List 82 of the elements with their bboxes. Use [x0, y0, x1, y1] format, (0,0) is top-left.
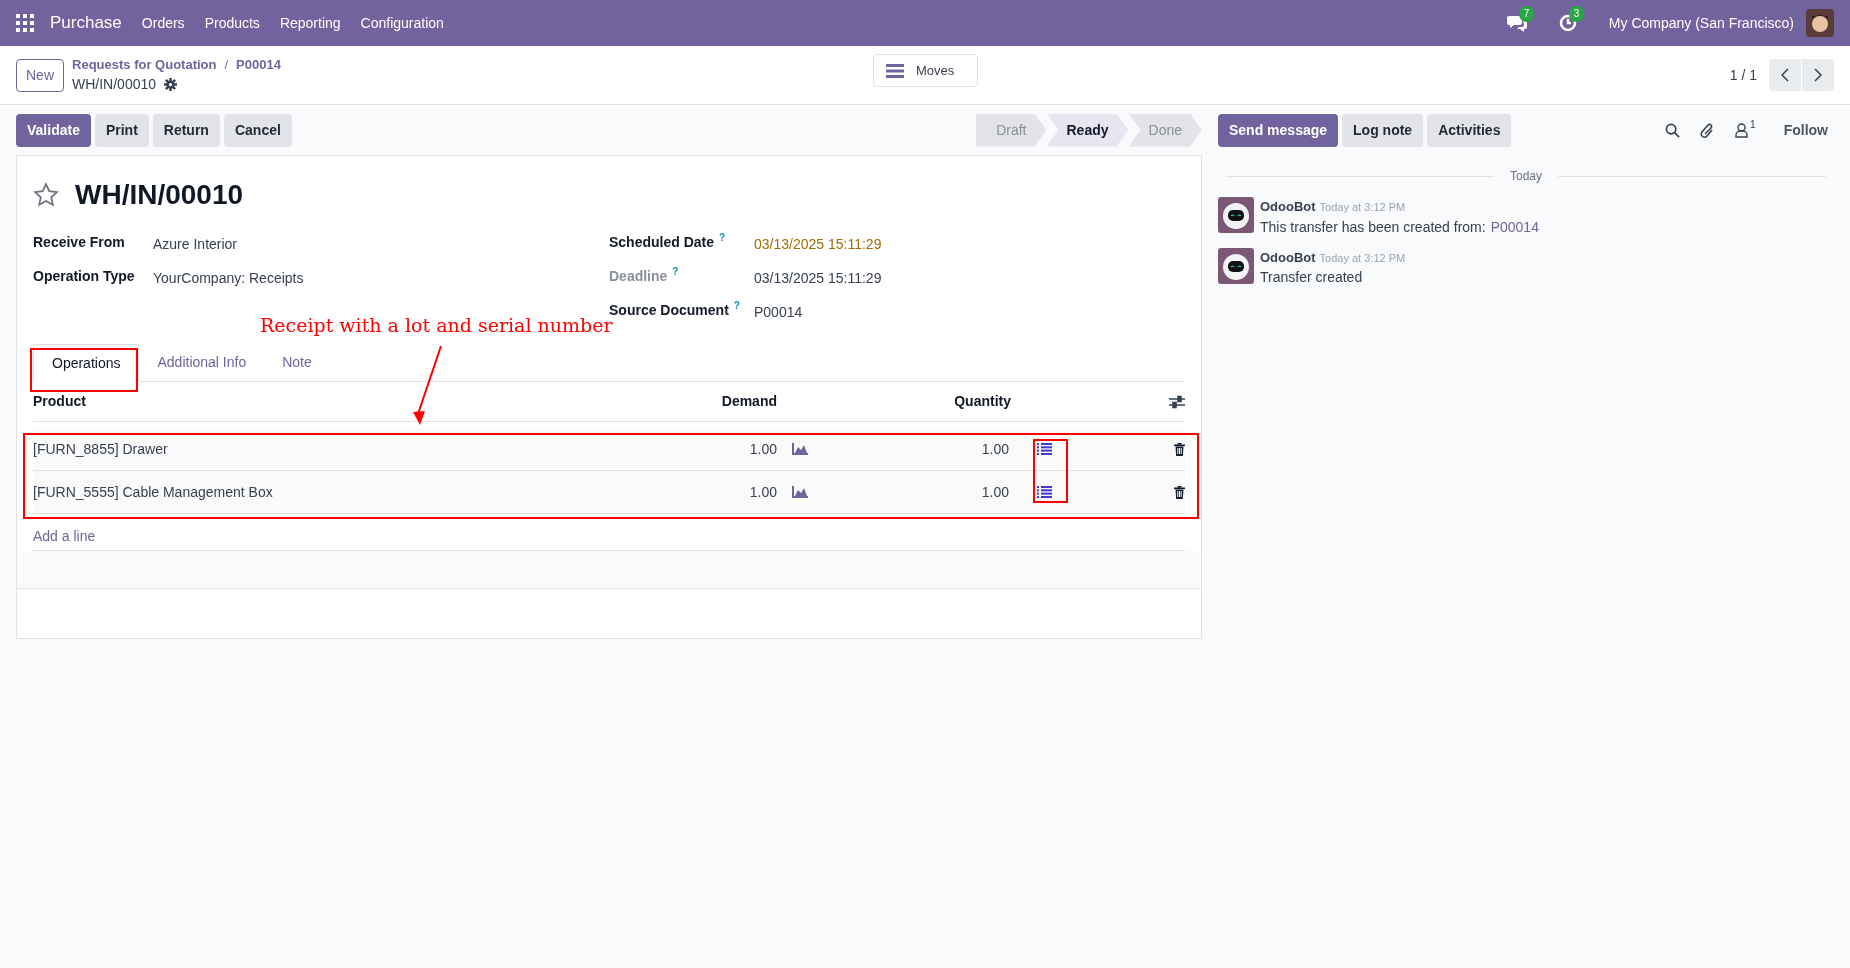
bot-avatar-icon — [1218, 247, 1254, 284]
star-icon[interactable] — [33, 182, 59, 208]
message-author: OdooBot — [1260, 248, 1316, 267]
menu-item[interactable]: Products — [204, 12, 260, 34]
action-button[interactable]: Print — [94, 113, 149, 147]
area-chart-icon[interactable] — [792, 443, 808, 455]
add-line-link[interactable]: Add a line — [33, 517, 96, 547]
area-chart-icon[interactable] — [792, 486, 808, 498]
column-header[interactable]: Demand — [677, 391, 777, 412]
action-button[interactable]: Validate — [16, 113, 91, 147]
next-button[interactable] — [1802, 59, 1834, 91]
list-icon[interactable] — [1037, 486, 1052, 498]
notebook-tab[interactable]: Note — [264, 343, 330, 381]
gear-icon[interactable] — [164, 78, 178, 92]
menu-item[interactable]: Configuration — [360, 12, 444, 34]
column-header[interactable]: Product — [33, 391, 677, 412]
field-value[interactable]: 03/13/2025 15:11:29 — [754, 232, 882, 255]
company-name[interactable]: My Company (San Francisco) — [1608, 12, 1794, 34]
table-row[interactable]: [FURN_5555] Cable Management Box 1.00 1.00 — [33, 471, 1185, 514]
user-avatar-icon[interactable] — [1806, 9, 1834, 37]
message-count-badge: 7 — [1518, 6, 1535, 22]
field-label: Operation Type — [33, 267, 135, 286]
date-separator: Today — [1510, 168, 1542, 185]
action-button[interactable]: Cancel — [223, 113, 292, 147]
moves-button[interactable]: Moves — [873, 54, 978, 87]
quantity-cell-text: 1.00 — [980, 482, 1009, 502]
menu-item[interactable]: Orders — [141, 12, 185, 34]
demand-cell-text: 1.00 — [748, 482, 777, 502]
previous-button[interactable] — [1769, 59, 1801, 91]
field-value[interactable]: P00014 — [754, 300, 803, 323]
table-row[interactable]: [FURN_8855] Drawer 1.00 1.00 — [33, 428, 1185, 471]
help-tooltip-mark[interactable]: ? — [733, 300, 740, 312]
quantity-cell-text: 1.00 — [980, 439, 1009, 459]
product-cell-text: [FURN_5555] Cable Management Box — [33, 482, 274, 502]
help-tooltip-mark[interactable]: ? — [672, 266, 679, 278]
message-author: OdooBot — [1260, 198, 1316, 216]
field-label: Receive From — [33, 233, 125, 252]
menu-icon — [886, 63, 904, 78]
product-cell-text: [FURN_8855] Drawer — [33, 439, 169, 459]
app-name[interactable]: Purchase — [50, 10, 122, 36]
breadcrumb-separator: / — [224, 55, 229, 74]
trash-icon[interactable] — [1174, 442, 1185, 456]
message-text: This transfer has been created from: — [1260, 217, 1486, 237]
action-button[interactable]: Return — [152, 113, 220, 147]
person-icon[interactable] — [1735, 122, 1749, 138]
breadcrumb-link[interactable]: P00014 — [236, 54, 281, 75]
chevron-right-icon — [1814, 68, 1822, 82]
message-time: Today at 3:12 PM — [1319, 200, 1406, 215]
notebook-tab[interactable]: Operations — [33, 344, 140, 382]
chatter-button[interactable]: Send message — [1218, 113, 1339, 147]
notebook-tab[interactable]: Additional Info — [139, 343, 265, 381]
search-icon[interactable] — [1665, 122, 1681, 138]
menu-item[interactable]: Reporting — [279, 12, 341, 34]
list-icon[interactable] — [1037, 443, 1052, 455]
field-value[interactable]: Azure Interior — [153, 232, 238, 255]
help-tooltip-mark[interactable]: ? — [719, 232, 726, 244]
message-link[interactable]: P00014 — [1490, 216, 1539, 238]
activity-count-badge: 3 — [1568, 6, 1585, 22]
field-label: Scheduled Date — [609, 233, 715, 252]
field-value[interactable]: YourCompany: Receipts — [153, 266, 304, 289]
record-title: WH/IN/00010 — [75, 178, 244, 212]
breadcrumb-link[interactable]: Requests for Quotation — [72, 54, 217, 75]
bot-avatar-icon — [1218, 197, 1254, 233]
field-value[interactable]: 03/13/2025 15:11:29 — [754, 266, 882, 289]
apps-grid-icon[interactable] — [16, 14, 34, 32]
chevron-left-icon — [1781, 68, 1789, 82]
status-stage[interactable]: Ready — [1046, 113, 1129, 147]
follower-count: 1 — [1750, 117, 1756, 132]
field-label: Deadline — [609, 267, 668, 286]
chatter-button[interactable]: Activities — [1427, 113, 1512, 147]
message-text: Transfer created — [1260, 268, 1363, 287]
follow-button[interactable]: Follow — [1783, 119, 1828, 141]
new-button[interactable]: New — [16, 58, 64, 92]
trash-icon[interactable] — [1174, 485, 1185, 499]
pager-value: 1 / 1 — [1729, 65, 1757, 85]
demand-cell-text: 1.00 — [748, 439, 777, 459]
sliders-icon[interactable] — [1169, 394, 1185, 409]
record-name: WH/IN/00010 — [72, 75, 157, 95]
column-header[interactable]: Quantity — [911, 391, 1011, 412]
paperclip-icon[interactable] — [1700, 121, 1716, 139]
chatter-button[interactable]: Log note — [1342, 113, 1424, 147]
message-time: Today at 3:12 PM — [1319, 250, 1406, 266]
